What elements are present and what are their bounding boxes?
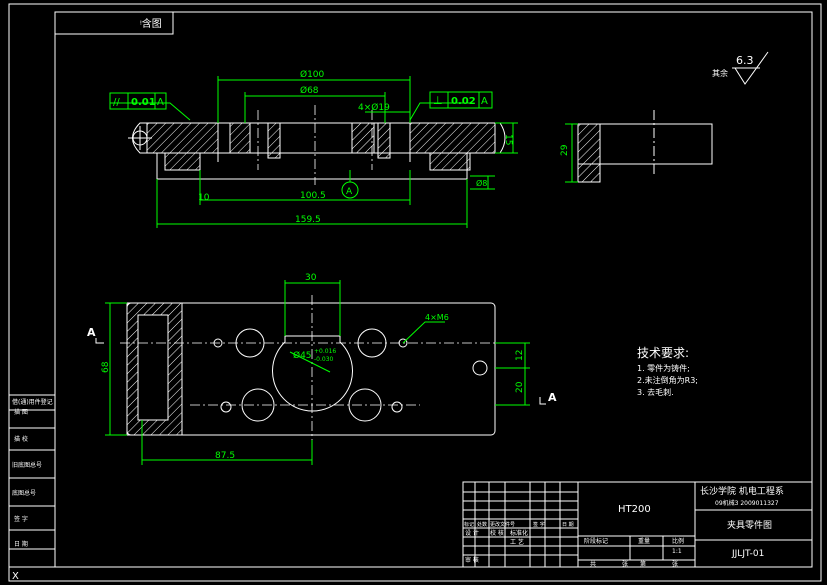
- cursor-mark: X: [12, 571, 19, 582]
- dim-width: 100.5: [300, 191, 326, 201]
- tb-ratio-label: 比例: [672, 537, 684, 545]
- dim-d-bore: Ø68: [300, 85, 319, 96]
- plan-dim-12: 12: [515, 350, 525, 361]
- tb-class-info: 09机械3 2009011327: [715, 499, 779, 507]
- strip-label-1: 借(通)用件登记: [12, 398, 53, 406]
- plan-dim-offset: 87.5: [215, 451, 235, 461]
- finish-value: 6.3: [736, 54, 754, 67]
- corner-tag: ᵎ含图: [140, 17, 162, 30]
- tech-item-1: 1. 零件为铸件;: [637, 363, 690, 373]
- tol-right-value: 0.02: [451, 96, 476, 107]
- tb-stage-label: 阶段标记: [584, 537, 608, 545]
- tech-title: 技术要求:: [637, 346, 689, 360]
- strip-label-2: 描 图: [14, 408, 28, 416]
- tb-part-name: 夹具零件图: [727, 519, 772, 531]
- dim-overall: 159.5: [295, 215, 321, 225]
- tb-sheet-d: 张: [672, 560, 678, 568]
- dim-d-outer: Ø100: [300, 69, 325, 80]
- tol-left-datum: A: [157, 97, 164, 108]
- tol-right-symbol: ⊥: [433, 94, 443, 107]
- dim-height: 15: [503, 134, 513, 145]
- strip-label-4: 旧底图总号: [12, 461, 42, 469]
- dim-holes: 4×Ø19: [358, 102, 390, 113]
- plan-tol-upper: +0.016: [314, 348, 336, 355]
- plan-thread: 4×M6: [425, 313, 449, 322]
- tb-craft: 工 艺: [510, 538, 524, 546]
- tb-row-mark: 标记: [464, 521, 474, 528]
- tech-item-3: 3. 去毛刺.: [637, 387, 674, 397]
- tech-item-2: 2.未注倒角为R3;: [637, 375, 698, 385]
- tb-sheet-b: 张: [622, 560, 628, 568]
- tb-design: 设 计: [465, 529, 479, 537]
- dim-left-step: 10: [198, 193, 210, 203]
- tb-school: 长沙学院 机电工程系: [700, 485, 784, 497]
- plan-dim-20: 20: [515, 381, 525, 393]
- plan-tol-lower: -0.030: [314, 356, 334, 363]
- strip-label-3: 描 校: [14, 435, 28, 443]
- tb-weight-label: 重量: [638, 537, 650, 545]
- tb-check: 校 核: [490, 529, 504, 537]
- datum-a: A: [346, 187, 353, 197]
- plan-dim-68: 68: [101, 361, 111, 373]
- side-dim-height: 29: [560, 144, 570, 156]
- dim-small: Ø8: [476, 178, 487, 188]
- tb-row-change: 更改文件号: [490, 521, 515, 528]
- tb-material: HT200: [618, 504, 651, 515]
- tb-review: 审 核: [465, 556, 479, 564]
- tb-standard: 标准化: [510, 529, 528, 537]
- tb-scale: 1:1: [672, 548, 682, 555]
- section-right: A: [548, 391, 557, 404]
- tol-left-symbol: //: [113, 97, 120, 108]
- tb-row-date: 日 期: [562, 522, 574, 528]
- tb-sheet-c: 第: [640, 560, 646, 568]
- tb-sheet-a: 共: [590, 560, 596, 568]
- strip-label-5: 底图总号: [12, 489, 36, 497]
- strip-label-7: 日 期: [14, 540, 28, 548]
- tb-row-sign: 签 字: [533, 521, 545, 528]
- tb-row-count: 处数: [477, 521, 487, 528]
- tol-left-value: 0.01: [131, 97, 156, 108]
- plan-dim-top: 30: [305, 273, 317, 283]
- section-left: A: [87, 326, 96, 339]
- plan-dim-bore: Ø45: [293, 350, 312, 361]
- tb-drawing-no: JJLJT-01: [731, 549, 764, 559]
- finish-label: 其余: [712, 68, 728, 78]
- strip-label-6: 签 字: [14, 515, 28, 523]
- tol-right-datum: A: [481, 96, 488, 107]
- drawing-canvas: ᵎ含图 借(通)用件登记 描 图 描 校 旧底图总号 底图总号 签 字 日 期 …: [0, 0, 827, 585]
